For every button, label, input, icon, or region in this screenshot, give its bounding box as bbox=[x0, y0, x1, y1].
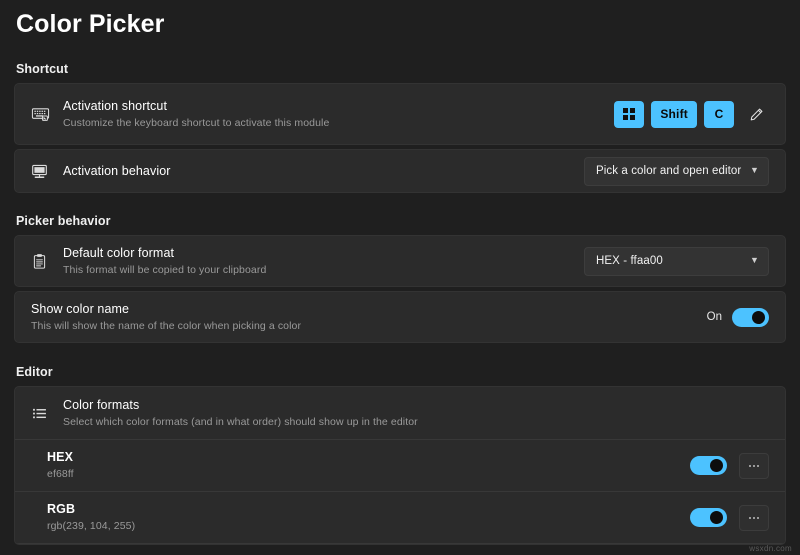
color-format-hex-text: HEX ef68ff bbox=[47, 449, 690, 482]
shortcut-keys: Shift C bbox=[614, 100, 734, 128]
settings-page: Color Picker Shortcut Activation shortcu… bbox=[0, 0, 800, 555]
monitor-icon bbox=[31, 163, 63, 180]
keyboard-icon bbox=[31, 105, 63, 124]
show-color-name-toggle-label: On bbox=[706, 311, 722, 323]
key-shift[interactable]: Shift bbox=[651, 100, 697, 128]
more-dot bbox=[753, 516, 755, 519]
show-color-name-toggle[interactable] bbox=[732, 307, 769, 327]
color-format-rgb-name: RGB bbox=[47, 502, 76, 516]
activation-behavior-card[interactable]: Activation behavior Pick a color and ope… bbox=[14, 149, 786, 193]
page-title: Color Picker bbox=[16, 10, 165, 38]
section-header-editor: Editor bbox=[16, 365, 53, 379]
activation-behavior-dropdown[interactable]: Pick a color and open editor ▼ bbox=[584, 156, 769, 186]
color-format-rgb-sample: rgb(239, 104, 255) bbox=[47, 520, 136, 532]
activation-shortcut-card[interactable]: Activation shortcut Customize the keyboa… bbox=[14, 83, 786, 145]
color-format-row-rgb[interactable]: RGB rgb(239, 104, 255) bbox=[15, 492, 785, 544]
default-color-format-subtitle: This format will be copied to your clipb… bbox=[63, 263, 267, 276]
color-format-row-hex[interactable]: HEX ef68ff bbox=[15, 440, 785, 492]
color-formats-text: Color formats Select which color formats… bbox=[63, 397, 769, 430]
show-color-name-controls: On bbox=[706, 307, 769, 327]
color-formats-subtitle: Select which color formats (and in what … bbox=[63, 415, 418, 428]
color-formats-group: Color formats Select which color formats… bbox=[14, 386, 786, 545]
watermark: wsxdn.com bbox=[749, 544, 792, 553]
color-format-hex-toggle[interactable] bbox=[690, 456, 727, 475]
activation-shortcut-text: Activation shortcut Customize the keyboa… bbox=[63, 98, 614, 131]
color-format-hex-sample: ef68ff bbox=[47, 468, 74, 480]
pencil-icon[interactable] bbox=[743, 101, 769, 127]
activation-shortcut-title: Activation shortcut bbox=[63, 98, 168, 113]
chevron-down-icon: ▼ bbox=[749, 254, 759, 265]
color-format-rgb-toggle[interactable] bbox=[690, 508, 727, 527]
default-color-format-title: Default color format bbox=[63, 245, 175, 260]
activation-shortcut-subtitle: Customize the keyboard shortcut to activ… bbox=[63, 116, 330, 129]
list-icon bbox=[31, 405, 63, 422]
default-color-format-dropdown[interactable]: HEX - ffaa00 ▼ bbox=[584, 246, 769, 276]
activation-behavior-text: Activation behavior bbox=[63, 163, 584, 179]
default-color-format-value: HEX - ffaa00 bbox=[596, 255, 663, 267]
activation-behavior-value: Pick a color and open editor bbox=[596, 165, 742, 177]
activation-shortcut-controls: Shift C bbox=[614, 100, 769, 128]
more-dot bbox=[753, 464, 755, 467]
activation-behavior-title: Activation behavior bbox=[63, 164, 171, 178]
show-color-name-text: Show color name This will show the name … bbox=[31, 301, 707, 334]
default-color-format-text: Default color format This format will be… bbox=[63, 245, 584, 278]
key-c[interactable]: C bbox=[704, 100, 734, 128]
chevron-down-icon: ▼ bbox=[749, 164, 759, 175]
more-dot bbox=[757, 464, 759, 467]
show-color-name-subtitle: This will show the name of the color whe… bbox=[31, 319, 302, 332]
color-format-hex-controls bbox=[690, 452, 769, 479]
more-dot bbox=[749, 516, 751, 519]
color-formats-title: Color formats bbox=[63, 397, 140, 412]
show-color-name-card[interactable]: Show color name This will show the name … bbox=[14, 291, 786, 343]
windows-logo-icon bbox=[623, 108, 636, 120]
color-format-rgb-controls bbox=[690, 504, 769, 531]
toggle-knob bbox=[710, 459, 723, 472]
default-color-format-controls: HEX - ffaa00 ▼ bbox=[584, 246, 769, 276]
color-formats-header-row[interactable]: Color formats Select which color formats… bbox=[15, 387, 785, 440]
show-color-name-toggle-wrap: On bbox=[706, 307, 769, 327]
toggle-knob bbox=[752, 310, 765, 324]
clipboard-icon bbox=[31, 253, 63, 270]
color-format-rgb-more-button[interactable] bbox=[739, 504, 769, 531]
default-color-format-card[interactable]: Default color format This format will be… bbox=[14, 235, 786, 287]
more-dot bbox=[757, 516, 759, 519]
section-header-shortcut: Shortcut bbox=[16, 62, 69, 76]
show-color-name-title: Show color name bbox=[31, 301, 130, 316]
toggle-knob bbox=[710, 511, 723, 524]
section-header-picker-behavior: Picker behavior bbox=[16, 214, 111, 228]
key-windows[interactable] bbox=[614, 100, 645, 128]
color-format-hex-more-button[interactable] bbox=[739, 452, 769, 479]
color-format-rgb-text: RGB rgb(239, 104, 255) bbox=[47, 501, 690, 534]
activation-behavior-controls: Pick a color and open editor ▼ bbox=[584, 156, 769, 186]
more-dot bbox=[749, 464, 751, 467]
color-format-hex-name: HEX bbox=[47, 450, 74, 464]
